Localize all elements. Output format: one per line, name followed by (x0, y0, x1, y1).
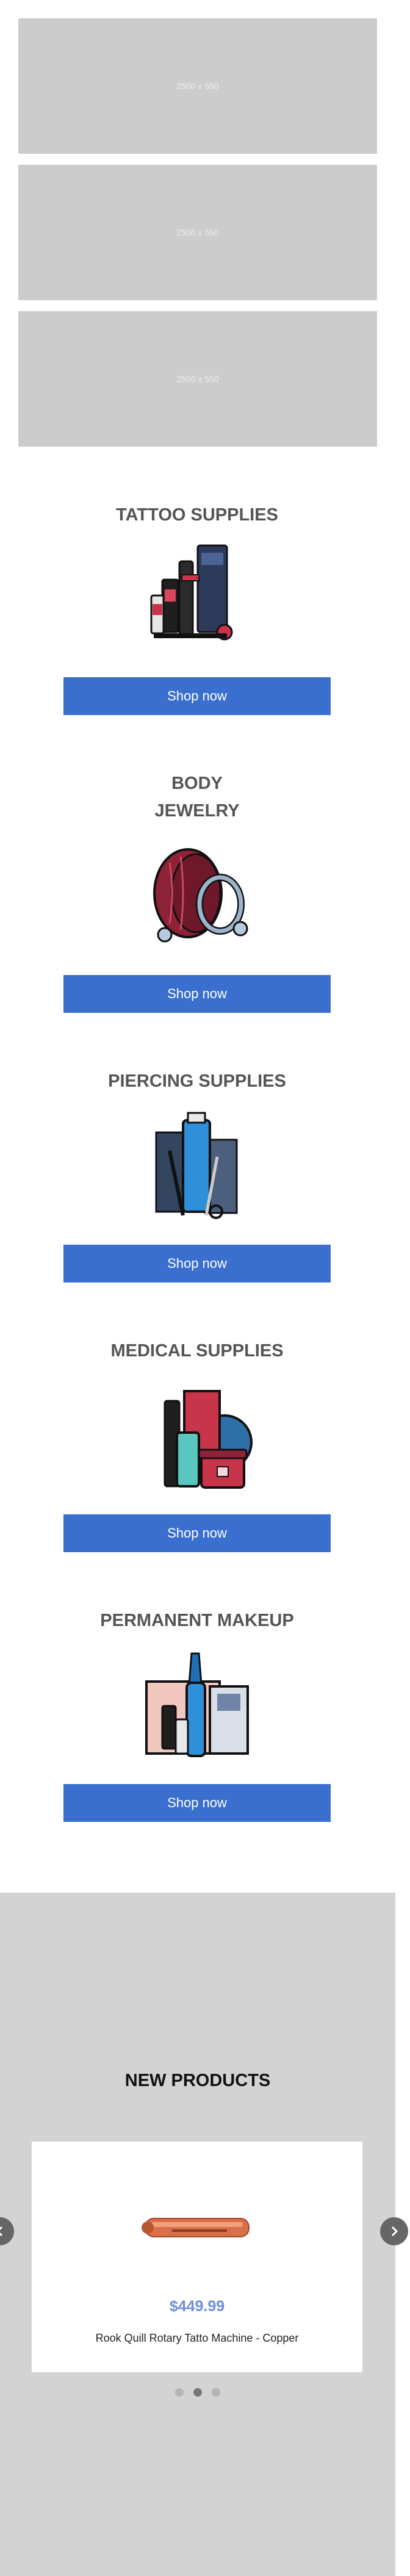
shop-now-button-tattoo-supplies[interactable]: Shop now (63, 677, 331, 715)
carousel-pagination (0, 2388, 395, 2397)
new-products-title: NEW PRODUCTS (124, 2071, 271, 2090)
tattoo-supplies-icon[interactable] (138, 537, 254, 653)
shop-now-button-piercing-supplies[interactable]: Shop now (63, 1245, 331, 1283)
product-price: $449.99 (169, 2298, 225, 2315)
shop-now-button-medical-supplies[interactable]: Shop now (63, 1514, 331, 1552)
banner-placeholder-label: 2500 x 550 (176, 81, 219, 91)
permanent-makeup-icon[interactable] (138, 1647, 254, 1763)
category-title-permanent-makeup: PERMANENT MAKEUP (100, 1611, 294, 1630)
category-title-medical-supplies: MEDICAL SUPPLIES (110, 1341, 284, 1361)
category-title-piercing-supplies: PIERCING SUPPLIES (108, 1071, 286, 1091)
pagination-dot[interactable] (212, 2388, 220, 2397)
shop-now-button-body-jewelry[interactable]: Shop now (63, 975, 331, 1013)
chevron-left-icon (0, 2226, 3, 2237)
chevron-right-icon (391, 2226, 398, 2237)
shop-now-button-permanent-makeup[interactable]: Shop now (63, 1784, 331, 1822)
banner-placeholder-label: 2500 x 550 (176, 228, 219, 237)
pagination-dot[interactable] (175, 2388, 184, 2397)
copper-tattoo-machine-icon[interactable] (32, 2166, 362, 2288)
category-title-line: BODY (171, 774, 223, 793)
medical-supplies-icon[interactable] (138, 1378, 254, 1494)
pagination-dot-active[interactable] (193, 2388, 202, 2397)
category-title-line: JEWELRY (154, 801, 240, 821)
carousel-next-button[interactable] (380, 2217, 408, 2245)
body-jewelry-icon[interactable] (138, 838, 254, 954)
banner-placeholder-1[interactable]: 2500 x 550 (18, 18, 377, 154)
category-title-body-jewelry: BODY JEWELRY (63, 770, 331, 825)
piercing-supplies-icon[interactable] (138, 1108, 254, 1224)
category-title-tattoo-supplies: TATTOO SUPPLIES (116, 505, 278, 525)
banner-placeholder-label: 2500 x 550 (176, 374, 219, 384)
banner-placeholder-2[interactable]: 2500 x 550 (18, 165, 377, 300)
banner-placeholder-3[interactable]: 2500 x 550 (18, 311, 377, 447)
product-card[interactable]: $449.99 Rook Quill Rotary Tatto Machine … (32, 2142, 362, 2372)
product-name-link[interactable]: Rook Quill Rotary Tatto Machine - Copper (93, 2330, 301, 2347)
